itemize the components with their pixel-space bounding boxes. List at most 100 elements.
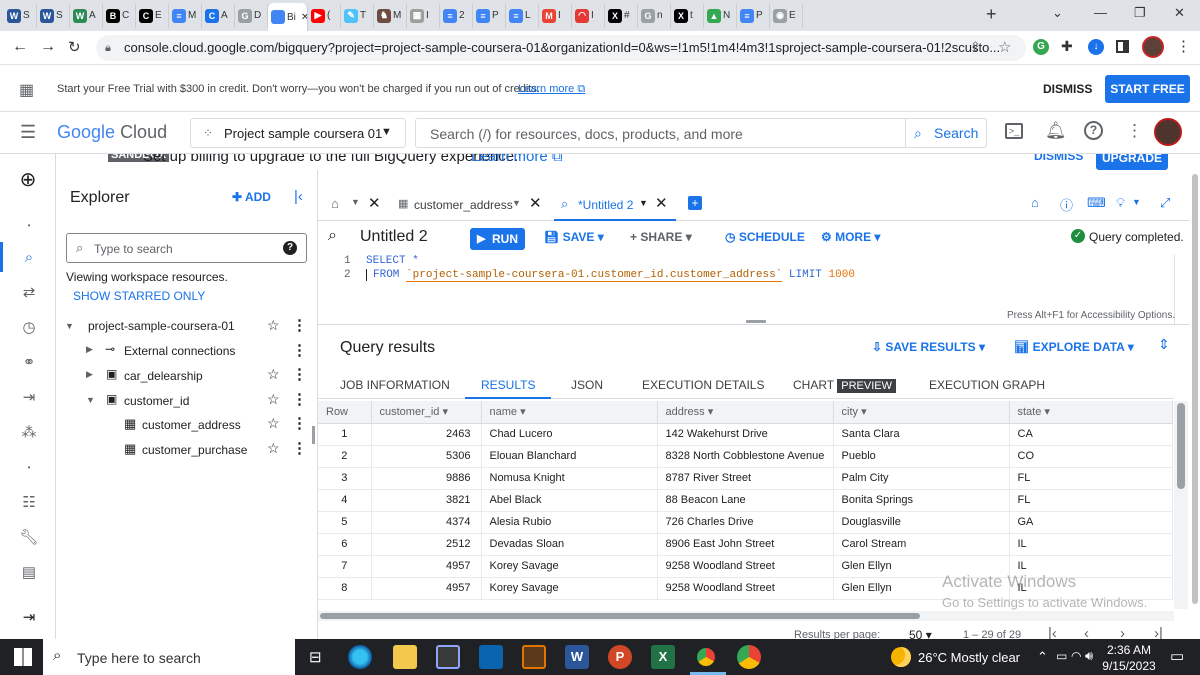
word-taskbar-icon[interactable]: W: [565, 645, 589, 669]
browser-menu-icon[interactable]: ⋮: [1176, 37, 1191, 55]
results-vertical-scrollbar[interactable]: [1174, 401, 1188, 609]
tips-caret-icon[interactable]: ▼: [1132, 197, 1141, 207]
project-expand-chevron-icon[interactable]: ▼: [65, 321, 74, 331]
tab-json[interactable]: JSON: [571, 378, 603, 392]
browser-tab[interactable]: WS: [4, 3, 37, 28]
mail-taskbar-icon[interactable]: [479, 645, 503, 669]
tab-execution-details[interactable]: EXECUTION DETAILS: [642, 378, 764, 392]
fullscreen-icon[interactable]: ⤢: [1160, 195, 1170, 211]
browser-tab[interactable]: ▦ I: [407, 3, 440, 28]
new-tab-button[interactable]: +: [986, 4, 997, 25]
tree-table-customer-address[interactable]: customer_address: [142, 418, 241, 432]
minimize-button[interactable]: —: [1094, 5, 1107, 20]
trial-dismiss-button[interactable]: DISMISS: [1043, 82, 1092, 96]
explorer-search-input[interactable]: Type to search: [94, 242, 173, 256]
new-query-tab-icon[interactable]: +: [688, 196, 702, 210]
col-header-city[interactable]: city ▾: [833, 401, 1010, 424]
tab-results[interactable]: RESULTS: [465, 369, 552, 399]
browser-tab[interactable]: ◉ E: [770, 3, 803, 28]
browser-tab[interactable]: WS: [37, 3, 70, 28]
nav-expand-icon[interactable]: ⇥: [19, 607, 39, 627]
browser-tab[interactable]: BC: [103, 3, 136, 28]
notification-center-icon[interactable]: ▭: [1170, 647, 1184, 665]
col-header-state[interactable]: state ▾: [1009, 401, 1173, 424]
project-more-icon[interactable]: ⋮: [292, 316, 307, 334]
tree-dataset-customer-id[interactable]: customer_id: [124, 394, 189, 408]
task-view-icon[interactable]: ⊟: [309, 648, 322, 666]
chrome-taskbar-icon[interactable]: [694, 645, 718, 669]
start-free-button[interactable]: START FREE: [1105, 75, 1190, 103]
browser-tab[interactable]: CE: [136, 3, 169, 28]
nav-partner-center-icon[interactable]: ⁂: [19, 422, 39, 442]
keyboard-icon[interactable]: ⌨︎: [1087, 195, 1106, 211]
home-shortcut-icon[interactable]: ⌂: [1031, 195, 1039, 210]
tips-lightbulb-icon[interactable]: 💡︎: [1116, 195, 1125, 211]
browser-tab[interactable]: ◠ I: [572, 3, 605, 28]
pane-resize-handle[interactable]: [746, 320, 766, 323]
explorer-add-button[interactable]: ✚ ADD: [232, 190, 271, 204]
nav-dataform-icon[interactable]: ⇥: [19, 387, 39, 407]
results-scroll-thumb[interactable]: [1177, 403, 1185, 489]
table-more-icon[interactable]: ⋮: [292, 414, 307, 432]
forward-icon[interactable]: →: [40, 38, 56, 56]
nav-search-icon[interactable]: ⌕: [19, 247, 39, 267]
close-home-tab-icon[interactable]: ✕: [368, 194, 381, 212]
app-taskbar-icon[interactable]: [522, 645, 546, 669]
results-horizontal-scrollbar[interactable]: [318, 611, 1174, 621]
dataset2-star-icon[interactable]: ☆: [267, 391, 280, 408]
clock-date[interactable]: 9/15/2023: [1101, 659, 1157, 673]
tray-chevron-icon[interactable]: ⌃: [1037, 649, 1048, 665]
bookmark-star-icon[interactable]: ☆: [998, 38, 1011, 56]
col-header-address[interactable]: address ▾: [657, 401, 834, 424]
share-button[interactable]: + SHARE ▾: [630, 230, 692, 244]
schedule-button[interactable]: ◷ SCHEDULE: [725, 230, 805, 244]
table-row[interactable]: 6 2512 Devadas Sloan 8906 East John Street C…: [318, 533, 1173, 556]
weather-text[interactable]: 26°C Mostly clear: [918, 650, 1020, 665]
close-tab-icon[interactable]: ✕: [301, 12, 307, 23]
browser-tab[interactable]: ≡ M: [169, 3, 202, 28]
download-icon[interactable]: ↓: [1088, 39, 1104, 55]
console-more-icon[interactable]: ⋮: [1126, 121, 1143, 141]
chrome-profile-taskbar-icon[interactable]: [737, 645, 761, 669]
first-page-icon[interactable]: |‹: [1048, 625, 1057, 639]
edge-taskbar-icon[interactable]: [348, 645, 372, 669]
next-page-icon[interactable]: ›: [1120, 625, 1125, 639]
sandbox-dismiss-button[interactable]: DISMISS: [1034, 154, 1083, 163]
battery-icon[interactable]: ▭: [1056, 649, 1067, 663]
browser-tab[interactable]: X #: [605, 3, 638, 28]
browser-tab[interactable]: ≡ L: [506, 3, 539, 28]
prev-page-icon[interactable]: ‹: [1084, 625, 1089, 639]
nav-monitoring-icon[interactable]: ☷: [19, 492, 39, 512]
info-icon[interactable]: ⓘ: [1060, 195, 1073, 214]
more-button[interactable]: ⚙ MORE ▾: [821, 230, 880, 244]
taskbar-search-input[interactable]: Type here to search: [77, 650, 201, 666]
browser-tab[interactable]: WA: [70, 3, 103, 28]
clock-time[interactable]: 2:36 AM: [1104, 643, 1154, 657]
extensions-puzzle-icon[interactable]: ✚: [1061, 38, 1073, 55]
reload-icon[interactable]: ↻: [68, 38, 81, 56]
dataset-expand-chevron-icon[interactable]: ▶: [86, 369, 93, 380]
external-expand-chevron-icon[interactable]: ▶: [86, 344, 93, 355]
browser-tab[interactable]: ▶(: [308, 3, 341, 28]
profile-avatar[interactable]: [1142, 36, 1164, 58]
nav-settings-wrench-icon[interactable]: 🔧︎: [19, 527, 39, 547]
windows-start-icon[interactable]: [14, 648, 32, 666]
table2-more-icon[interactable]: ⋮: [292, 439, 307, 457]
store-taskbar-icon[interactable]: [436, 645, 460, 669]
table2-star-icon[interactable]: ☆: [267, 440, 280, 457]
browser-tab[interactable]: Gn: [638, 3, 671, 28]
tree-table-customer-purchase[interactable]: customer_purchase: [142, 443, 247, 457]
browser-tab[interactable]: Xt: [671, 3, 704, 28]
home-caret-icon[interactable]: ▼: [351, 197, 360, 207]
browser-tab[interactable]: ≡ P: [473, 3, 506, 28]
table-star-icon[interactable]: ☆: [267, 415, 280, 432]
results-hscroll-thumb[interactable]: [320, 613, 920, 619]
browser-tab[interactable]: ♞ M: [374, 3, 407, 28]
explorer-search-box[interactable]: ⌕ Type to search ?: [66, 233, 307, 263]
url-field[interactable]: 🔒︎ console.cloud.google.com/bigquery?pro…: [96, 35, 1026, 61]
explorer-resize-handle[interactable]: [312, 426, 315, 444]
browser-tab[interactable]: MI: [539, 3, 572, 28]
col-header-name[interactable]: name ▾: [481, 401, 658, 424]
tree-external-connections[interactable]: External connections: [124, 344, 235, 358]
side-panel-icon[interactable]: [1116, 40, 1129, 53]
